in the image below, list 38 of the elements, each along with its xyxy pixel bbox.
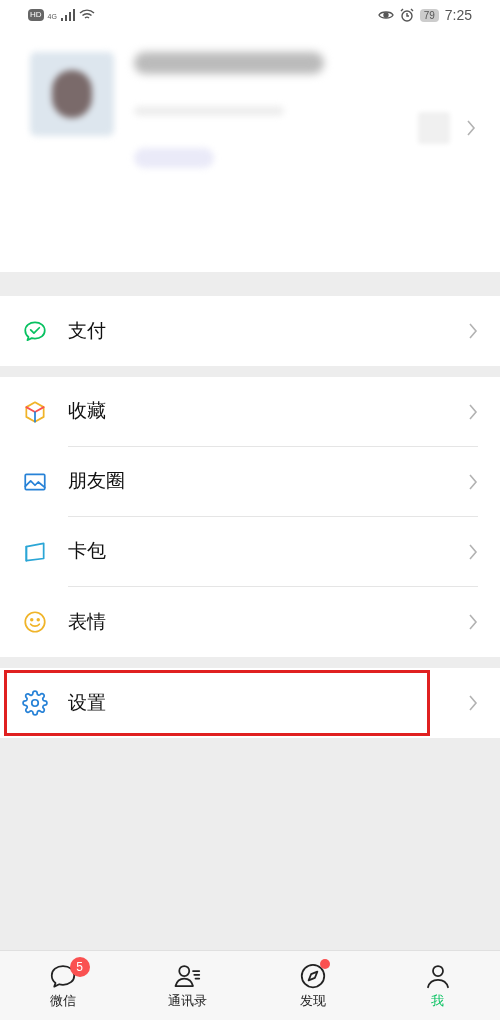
alarm-icon [399, 8, 414, 22]
tab-label: 发现 [299, 991, 326, 1010]
settings-icon [22, 690, 48, 716]
chevron-icon [468, 402, 478, 421]
tab-label: 通讯录 [168, 991, 207, 1010]
battery-level: 79 [419, 8, 439, 22]
tab[interactable]: 通讯录 [125, 951, 250, 1020]
menu-item[interactable]: 朋友圈 [0, 447, 500, 517]
chevron-icon [468, 694, 478, 712]
menu-label: 支付 [68, 318, 107, 343]
menu-label: 表情 [68, 609, 107, 634]
cube-icon [22, 399, 48, 425]
wifi-icon [78, 9, 95, 21]
tab-label: 我 [431, 991, 444, 1010]
chevron-icon [468, 613, 478, 631]
menu-label: 收藏 [68, 399, 107, 424]
tab-label: 微信 [49, 991, 76, 1010]
menu-item[interactable]: 支付 [0, 296, 500, 366]
menu-label: 卡包 [68, 539, 107, 564]
menu-item[interactable]: 收藏 [0, 377, 500, 447]
tab[interactable]: 发现 [250, 951, 375, 1020]
signal-icon [60, 9, 75, 21]
hd-label: HD [28, 9, 44, 21]
menu-item[interactable]: 设置 [0, 668, 500, 738]
card-icon [22, 539, 48, 565]
chevron-icon [466, 119, 476, 137]
tab[interactable]: 5 微信 [0, 951, 125, 1020]
smiley-icon [22, 609, 48, 635]
eye-icon [377, 9, 394, 21]
chevron-icon [468, 472, 478, 491]
unread-badge: 5 [69, 956, 90, 977]
chevron-icon [468, 322, 478, 340]
menu-item[interactable]: 表情 [0, 587, 500, 657]
clock-time: 7:25 [444, 5, 472, 25]
menu-label: 设置 [68, 690, 107, 715]
chevron-icon [468, 542, 478, 561]
menu-item[interactable]: 卡包 [0, 517, 500, 587]
menu-label: 朋友圈 [68, 469, 126, 494]
